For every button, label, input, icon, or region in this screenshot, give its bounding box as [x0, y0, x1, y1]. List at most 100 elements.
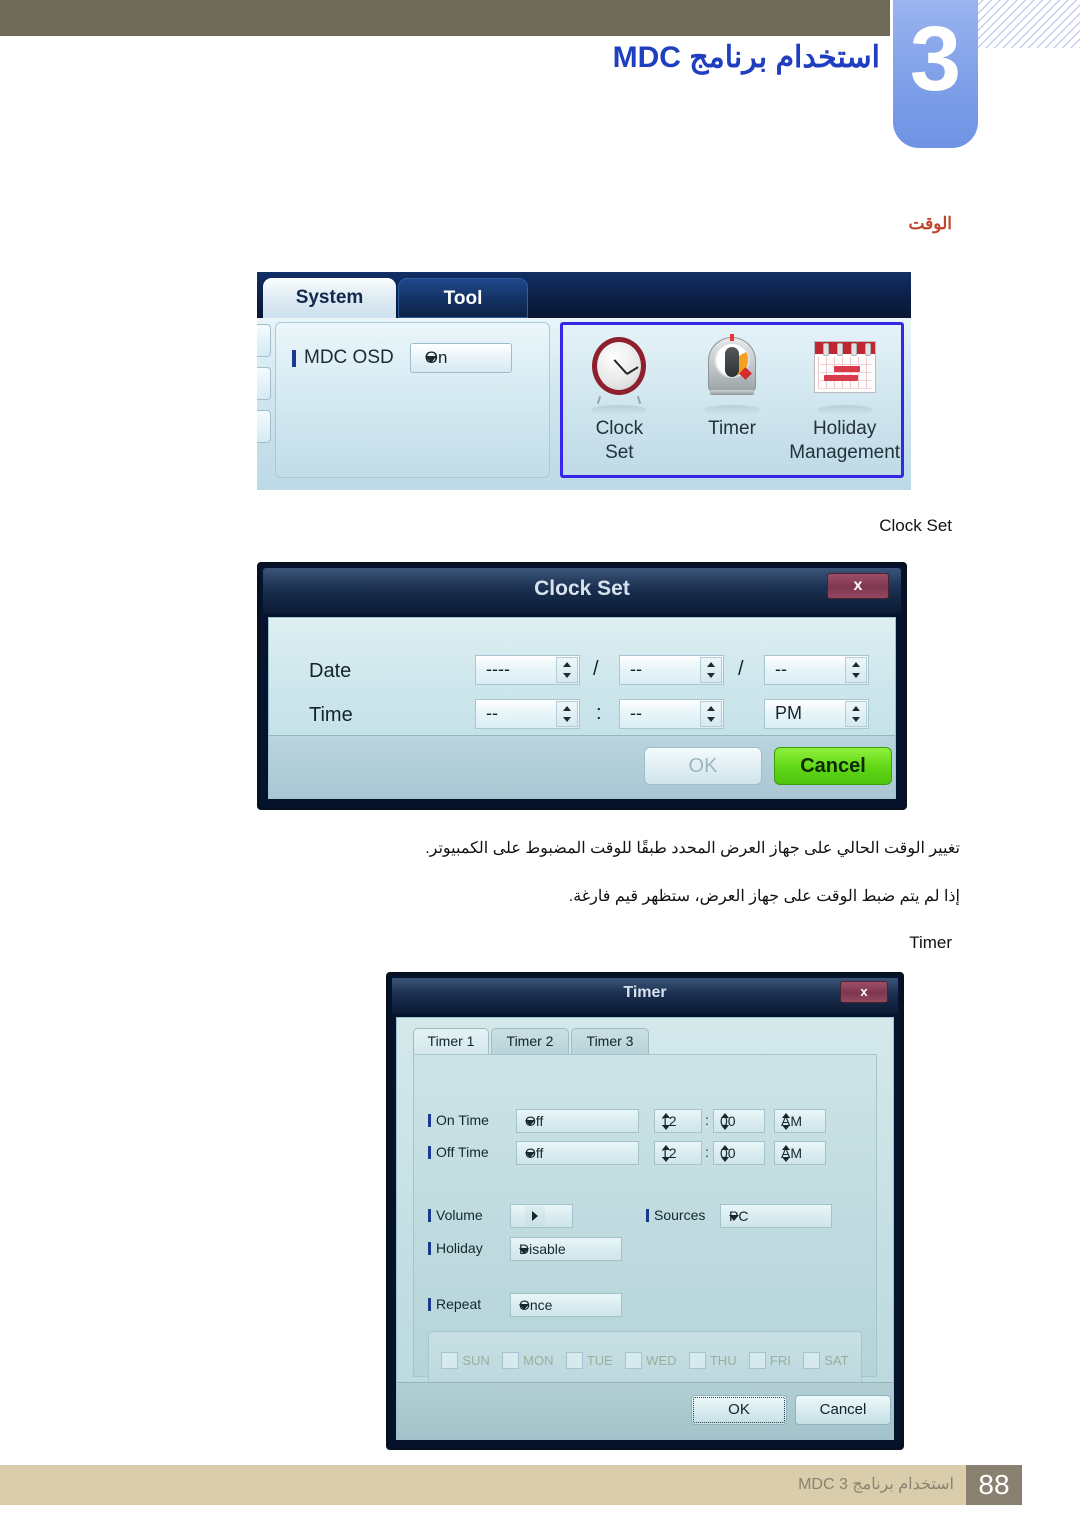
- day-checkbox-wed[interactable]: WED: [625, 1351, 677, 1369]
- off-time-ampm-stepper[interactable]: AM: [774, 1141, 826, 1165]
- header-band: [0, 0, 890, 36]
- repeat-select[interactable]: Once: [510, 1293, 622, 1317]
- close-icon[interactable]: x: [827, 573, 889, 599]
- time-separator: :: [596, 702, 602, 724]
- on-time-minute-stepper[interactable]: 00: [713, 1109, 765, 1133]
- checkbox-icon[interactable]: [748, 1351, 766, 1369]
- stepper-arrows-icon[interactable]: [720, 1112, 731, 1131]
- timer-footer: OK Cancel: [397, 1382, 893, 1439]
- timer-titlebar: Timer x: [392, 978, 898, 1014]
- bullet-marker-icon: [428, 1241, 431, 1255]
- stepper-arrows-icon[interactable]: [556, 657, 578, 683]
- off-time-label: Off Time: [428, 1144, 489, 1160]
- timer-body: Timer 1 Timer 2 Timer 3 On Time Off 12 :…: [396, 1017, 894, 1440]
- date-month-stepper[interactable]: --: [619, 655, 724, 685]
- timer-dialog: Timer x Timer 1 Timer 2 Timer 3 On Time …: [386, 972, 904, 1450]
- date-separator-2: /: [738, 658, 744, 680]
- close-icon[interactable]: x: [840, 981, 888, 1003]
- off-time-mode-select[interactable]: Off: [516, 1141, 639, 1165]
- cancel-button[interactable]: Cancel: [795, 1395, 891, 1425]
- repeat-label: Repeat: [428, 1296, 481, 1312]
- on-time-hour-stepper[interactable]: 12: [654, 1109, 702, 1133]
- day-checkbox-sat[interactable]: SAT: [803, 1351, 849, 1369]
- volume-label: Volume: [428, 1207, 483, 1223]
- checkbox-icon[interactable]: [625, 1351, 643, 1369]
- day-label: MON: [523, 1352, 554, 1368]
- day-checkbox-sun[interactable]: SUN: [441, 1351, 490, 1369]
- stepper-arrows-icon[interactable]: [556, 701, 578, 727]
- left-nav-stub: [257, 324, 271, 474]
- timer-button[interactable]: Timer: [676, 333, 788, 463]
- chevron-right-icon[interactable]: [525, 1206, 545, 1226]
- day-checkbox-thu[interactable]: THU: [688, 1351, 737, 1369]
- time-hour-value: --: [486, 703, 498, 723]
- volume-stepper[interactable]: 10: [510, 1204, 573, 1228]
- tab-timer-3[interactable]: Timer 3: [571, 1028, 649, 1055]
- calendar-icon: [810, 333, 880, 403]
- caption-clock-set: Clock Set: [879, 516, 952, 535]
- caption-timer: Timer: [909, 933, 952, 952]
- chevron-down-icon: [525, 1120, 535, 1126]
- off-time-hour-stepper[interactable]: 12: [654, 1141, 702, 1165]
- ok-button[interactable]: OK: [644, 747, 762, 785]
- day-checkbox-fri[interactable]: FRI: [748, 1351, 791, 1369]
- tab-timer-1[interactable]: Timer 1: [413, 1028, 489, 1055]
- stepper-arrows-icon[interactable]: [845, 701, 867, 727]
- stepper-arrows-icon[interactable]: [661, 1112, 672, 1131]
- holiday-select[interactable]: Disable: [510, 1237, 622, 1261]
- tool-body: MDC OSD On Clock Set Timer Holiday Manag…: [257, 318, 911, 490]
- off-time-minute-stepper[interactable]: 00: [713, 1141, 765, 1165]
- cancel-button[interactable]: Cancel: [774, 747, 892, 785]
- date-month-value: --: [630, 659, 642, 679]
- day-checkbox-tue[interactable]: TUE: [565, 1351, 613, 1369]
- day-label: WED: [646, 1352, 677, 1368]
- time-minute-stepper[interactable]: --: [619, 699, 724, 729]
- checkbox-icon[interactable]: [502, 1351, 520, 1369]
- date-year-value: ----: [486, 659, 510, 679]
- bullet-marker-icon: [292, 349, 296, 367]
- holiday-label-2: Management: [789, 441, 901, 463]
- alarm-clock-icon: [588, 333, 650, 403]
- stepper-arrows-icon[interactable]: [845, 657, 867, 683]
- tab-timer-2[interactable]: Timer 2: [491, 1028, 569, 1055]
- tab-system[interactable]: System: [263, 278, 396, 318]
- time-tools-panel: Clock Set Timer Holiday Management: [560, 322, 904, 478]
- time-hour-stepper[interactable]: --: [475, 699, 580, 729]
- checkbox-icon[interactable]: [441, 1351, 459, 1369]
- holiday-label-1: Holiday: [812, 418, 877, 439]
- section-heading: الوقت: [908, 214, 952, 233]
- time-label: Time: [309, 704, 353, 726]
- tab-tool[interactable]: Tool: [398, 278, 528, 318]
- date-year-stepper[interactable]: ----: [475, 655, 580, 685]
- day-checkbox-mon[interactable]: MON: [502, 1351, 554, 1369]
- clock-set-button[interactable]: Clock Set: [563, 333, 675, 463]
- page-number: 88: [966, 1465, 1022, 1505]
- checkbox-icon[interactable]: [688, 1351, 706, 1369]
- kitchen-timer-icon: [701, 333, 763, 403]
- clock-set-titlebar: Clock Set x: [263, 568, 901, 614]
- sources-select[interactable]: PC: [720, 1204, 832, 1228]
- mdc-osd-select[interactable]: On: [409, 343, 512, 373]
- stepper-arrows-icon[interactable]: [700, 657, 722, 683]
- tool-tabbar: System Tool: [257, 272, 911, 320]
- stepper-arrows-icon[interactable]: [781, 1112, 792, 1131]
- on-time-ampm-stepper[interactable]: AM: [774, 1109, 826, 1133]
- header-hatch-pattern: [978, 0, 1080, 48]
- stepper-arrows-icon[interactable]: [781, 1144, 792, 1163]
- time-ampm-stepper[interactable]: PM: [764, 699, 869, 729]
- date-separator-1: /: [593, 658, 599, 680]
- checkbox-icon[interactable]: [565, 1351, 583, 1369]
- stepper-arrows-icon[interactable]: [720, 1144, 731, 1163]
- checkbox-icon[interactable]: [803, 1351, 821, 1369]
- ok-button[interactable]: OK: [691, 1395, 787, 1425]
- timer-settings-panel: On Time Off 12 : 00 AM Off Time Off 12:…: [413, 1054, 877, 1389]
- clock-set-dialog: Clock Set x Date ---- / -- / -- Time -- …: [257, 562, 907, 810]
- date-day-stepper[interactable]: --: [764, 655, 869, 685]
- stepper-arrows-icon[interactable]: [661, 1144, 672, 1163]
- stepper-arrows-icon[interactable]: [700, 701, 722, 727]
- holiday-management-button[interactable]: Holiday Management: [789, 333, 901, 463]
- time-minute-value: --: [630, 703, 642, 723]
- day-label: SAT: [824, 1352, 849, 1368]
- on-time-mode-select[interactable]: Off: [516, 1109, 639, 1133]
- clock-set-title: Clock Set: [534, 577, 630, 600]
